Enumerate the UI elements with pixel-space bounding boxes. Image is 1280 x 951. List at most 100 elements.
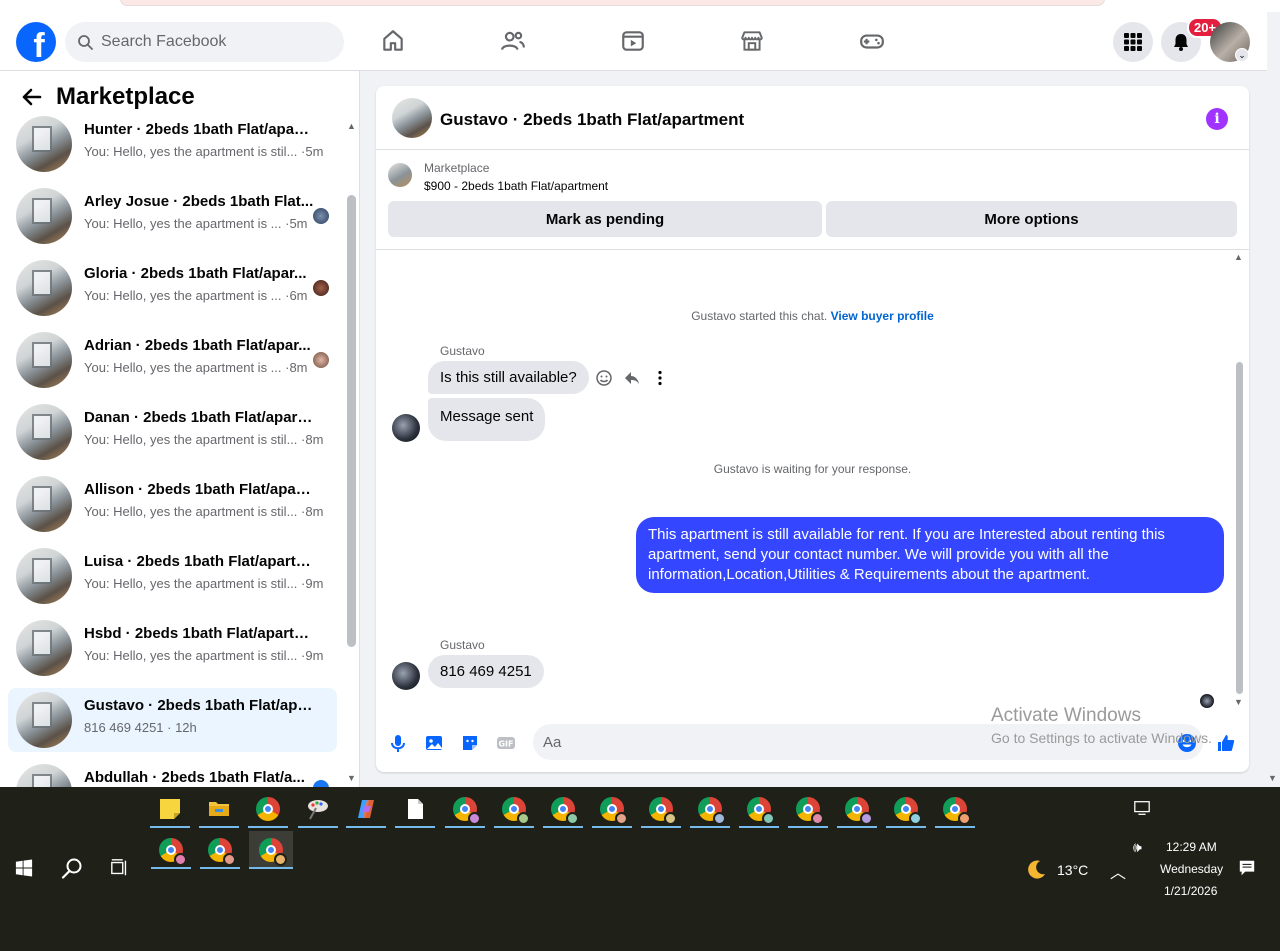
home-icon[interactable] <box>379 27 407 55</box>
facebook-logo[interactable]: f <box>16 22 56 62</box>
conversation-item[interactable]: Abdullah · 2beds 1bath Flat/a... <box>8 760 337 787</box>
notification-center-icon[interactable] <box>1227 849 1267 887</box>
chat-scroll-up-arrow[interactable]: ▲ <box>1234 252 1243 262</box>
incoming-message[interactable]: 816 469 4251 <box>428 655 544 688</box>
chrome-profile-app[interactable] <box>200 831 240 869</box>
clock-day[interactable]: Wednesday <box>1160 862 1223 876</box>
weather-moon-icon[interactable] <box>1016 851 1056 889</box>
microphone-icon[interactable] <box>386 731 410 755</box>
conversation-name: Gustavo · 2beds 1bath Flat/apart... <box>84 697 314 714</box>
chrome-profile-app[interactable] <box>837 790 877 828</box>
copilot-app[interactable] <box>346 790 386 828</box>
scroll-up-arrow[interactable]: ▲ <box>347 121 356 131</box>
browser-address-pill[interactable] <box>120 0 1105 6</box>
conversation-item[interactable]: Hunter · 2beds 1bath Flat/apart... You: … <box>8 112 337 176</box>
task-view-icon[interactable] <box>100 849 140 887</box>
conversation-item[interactable]: Hsbd · 2beds 1bath Flat/apartm... You: H… <box>8 616 337 680</box>
conversation-item[interactable]: Gloria · 2beds 1bath Flat/apar... You: H… <box>8 256 337 320</box>
mark-as-pending-button[interactable]: Mark as pending <box>388 201 822 237</box>
conversation-preview: You: Hello, yes the apartment is stil...… <box>84 144 324 159</box>
scroll-down-arrow[interactable]: ▼ <box>347 773 356 783</box>
chrome-profile-app[interactable] <box>445 790 485 828</box>
chevron-down-icon[interactable]: ⌄ <box>1235 48 1249 62</box>
photo-icon[interactable] <box>422 731 446 755</box>
chrome-profile-app[interactable] <box>935 790 975 828</box>
activate-windows-watermark: Activate Windows Go to Settings to activ… <box>991 705 1212 746</box>
friends-icon[interactable] <box>499 27 527 55</box>
menu-grid-button[interactable] <box>1113 22 1153 62</box>
search-icon[interactable] <box>52 849 92 887</box>
outgoing-message[interactable]: This apartment is still available for re… <box>636 517 1224 593</box>
thumbs-up-icon[interactable] <box>1214 731 1238 755</box>
sender-avatar[interactable] <box>392 662 420 690</box>
react-emoji-icon[interactable] <box>594 368 614 388</box>
clock-date[interactable]: 1/21/2026 <box>1164 884 1217 898</box>
conversation-item[interactable]: Adrian · 2beds 1bath Flat/apar... You: H… <box>8 328 337 392</box>
sticky-notes-icon <box>160 799 180 819</box>
gif-icon[interactable]: GIF <box>494 731 518 755</box>
conversation-item-active[interactable]: Gustavo · 2beds 1bath Flat/apart... 816 … <box>8 688 337 752</box>
listing-thumbnail <box>16 764 72 787</box>
chrome-app[interactable] <box>248 790 288 828</box>
sender-avatar[interactable] <box>392 414 420 442</box>
chat-scrollbar[interactable] <box>1236 362 1243 694</box>
page-scroll-down-arrow[interactable]: ▼ <box>1268 773 1277 783</box>
watermark-subtitle: Go to Settings to activate Windows. <box>991 730 1212 746</box>
sticky-notes-app[interactable] <box>150 790 190 828</box>
chat-title[interactable]: Gustavo · 2beds 1bath Flat/apartment <box>440 110 744 130</box>
listing-price[interactable]: $900 - 2beds 1bath Flat/apartment <box>424 179 608 193</box>
listing-thumbnail <box>16 260 72 316</box>
top-nav: f 20+ ⌄ <box>0 12 1267 71</box>
search-box[interactable] <box>65 22 344 62</box>
chrome-profile-app-active[interactable] <box>249 831 293 869</box>
paint-app[interactable] <box>298 790 338 828</box>
more-options-button[interactable]: More options <box>826 201 1237 237</box>
chrome-profile-app[interactable] <box>543 790 583 828</box>
weather-temperature[interactable]: 13°C <box>1057 862 1088 878</box>
search-input[interactable] <box>101 33 321 51</box>
conversation-preview: You: Hello, yes the apartment is stil...… <box>84 576 324 591</box>
chevron-up-icon[interactable]: ︿ <box>1110 859 1126 883</box>
conversation-item[interactable]: Luisa · 2beds 1bath Flat/apartme... You:… <box>8 544 337 608</box>
chrome-icon <box>453 797 481 825</box>
grid-icon <box>1124 33 1142 51</box>
conversation-item[interactable]: Arley Josue · 2beds 1bath Flat... You: H… <box>8 184 337 248</box>
marketplace-icon[interactable] <box>738 27 766 55</box>
file-explorer-app[interactable] <box>199 790 239 828</box>
listing-thumbnail <box>16 476 72 532</box>
incoming-message[interactable]: Is this still available? <box>428 361 589 394</box>
chrome-profile-app[interactable] <box>788 790 828 828</box>
clock-time[interactable]: 12:29 AM <box>1166 840 1217 854</box>
chrome-icon <box>649 797 677 825</box>
chrome-profile-app[interactable] <box>739 790 779 828</box>
conversation-item[interactable]: Allison · 2beds 1bath Flat/apart... You:… <box>8 472 337 536</box>
chat-scroll-down-arrow[interactable]: ▼ <box>1234 697 1243 707</box>
desktop-icon[interactable] <box>1122 789 1162 827</box>
speaker-icon[interactable]: 🕪 <box>1133 839 1142 856</box>
conversation-item[interactable]: Danan · 2beds 1bath Flat/apart... You: H… <box>8 400 337 464</box>
incoming-message[interactable]: Message sent <box>428 398 546 441</box>
chrome-profile-app[interactable] <box>641 790 681 828</box>
video-icon[interactable] <box>619 27 647 55</box>
back-arrow-icon[interactable] <box>20 86 42 108</box>
chrome-profile-app[interactable] <box>494 790 534 828</box>
listing-thumbnail[interactable] <box>392 98 432 138</box>
chrome-profile-app[interactable] <box>151 831 191 869</box>
notepad-app[interactable] <box>395 790 435 828</box>
chrome-profile-app[interactable] <box>690 790 730 828</box>
info-icon[interactable]: i <box>1206 108 1228 130</box>
sticker-icon[interactable] <box>458 731 482 755</box>
chrome-profile-app[interactable] <box>886 790 926 828</box>
listing-thumbnail[interactable] <box>388 163 412 187</box>
chrome-profile-app[interactable] <box>592 790 632 828</box>
gaming-icon[interactable] <box>858 27 886 55</box>
seen-avatar <box>313 780 329 787</box>
windows-start-icon[interactable] <box>4 849 44 887</box>
view-buyer-profile-link[interactable]: View buyer profile <box>831 309 934 323</box>
listing-thumbnail <box>16 620 72 676</box>
conversation-preview: You: Hello, yes the apartment is stil...… <box>84 504 324 519</box>
reply-icon[interactable] <box>622 368 642 388</box>
sidebar-scrollbar[interactable] <box>347 195 356 647</box>
listing-thumbnail <box>16 692 72 748</box>
more-vertical-icon[interactable] <box>650 368 670 388</box>
